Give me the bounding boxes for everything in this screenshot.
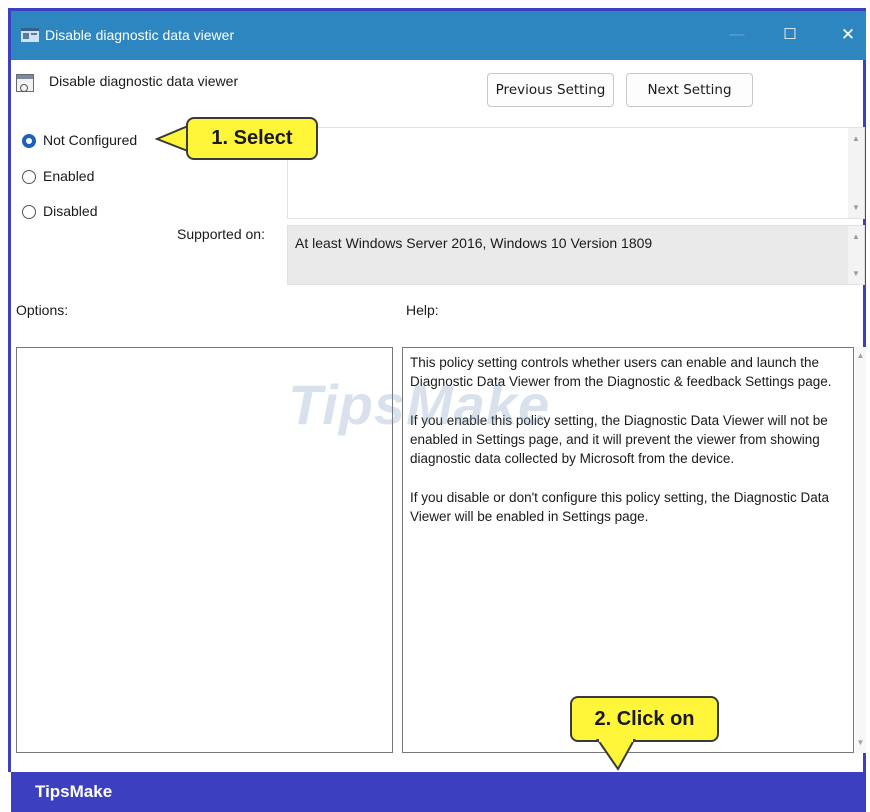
previous-setting-button[interactable]: Previous Setting — [487, 73, 614, 107]
radio-label-not-configured: Not Configured — [43, 132, 138, 148]
frame-border-left — [8, 8, 11, 772]
scroll-down-icon[interactable]: ▼ — [848, 203, 864, 212]
scroll-up-icon[interactable]: ▲ — [848, 134, 864, 143]
help-label: Help: — [406, 302, 439, 318]
setting-name: Disable diagnostic data viewer — [49, 73, 239, 89]
app-icon — [21, 28, 39, 42]
radio-dot — [22, 134, 36, 148]
title-bar: Disable diagnostic data viewer — ☐ ✕ — [11, 11, 866, 60]
callout-select-pointer — [155, 124, 189, 153]
comment-textarea[interactable]: ▲ ▼ — [287, 127, 865, 219]
radio-dot — [22, 205, 36, 219]
close-button[interactable]: ✕ — [836, 23, 860, 47]
watermark: TipsMake — [288, 373, 551, 436]
radio-label-disabled: Disabled — [43, 203, 98, 219]
policy-setting-icon — [16, 74, 34, 92]
callout-click-pointer — [596, 739, 636, 771]
scroll-down-icon[interactable]: ▼ — [848, 269, 864, 278]
maximize-button[interactable]: ☐ — [778, 23, 802, 47]
supported-on-label: Supported on: — [177, 226, 265, 242]
scroll-up-icon[interactable]: ▲ — [855, 351, 866, 360]
supported-scrollbar[interactable]: ▲ ▼ — [848, 226, 864, 284]
scroll-down-icon[interactable]: ▼ — [855, 738, 866, 747]
supported-on-value: At least Windows Server 2016, Windows 10… — [295, 235, 653, 251]
options-label: Options: — [16, 302, 69, 318]
help-paragraph: If you disable or don't configure this p… — [410, 490, 830, 524]
footer-brand: TipsMake — [35, 782, 113, 801]
callout-select: 1. Select — [186, 117, 318, 160]
radio-label-enabled: Enabled — [43, 168, 95, 184]
next-setting-button[interactable]: Next Setting — [626, 73, 753, 107]
scroll-up-icon[interactable]: ▲ — [848, 232, 864, 241]
window-title: Disable diagnostic data viewer — [45, 27, 235, 43]
minimize-button[interactable]: — — [725, 23, 749, 47]
help-scrollbar[interactable]: ▲ ▼ — [855, 347, 866, 753]
comment-scrollbar[interactable]: ▲ ▼ — [848, 128, 864, 218]
supported-on-box: At least Windows Server 2016, Windows 10… — [287, 225, 865, 285]
footer-bar: TipsMake — [11, 772, 866, 812]
callout-click-on: 2. Click on — [570, 696, 719, 742]
radio-dot — [22, 170, 36, 184]
screenshot-frame: Disable diagnostic data viewer — ☐ ✕ Dis… — [0, 0, 870, 812]
